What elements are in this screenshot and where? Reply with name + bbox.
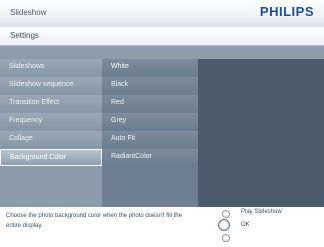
menu-item-label: Frequency: [9, 117, 43, 124]
menu-item-background-color[interactable]: Background Color: [0, 149, 102, 166]
empty-radio-icon[interactable]: [222, 234, 230, 242]
brand-logo: PHILIPS: [259, 4, 314, 19]
menu-item-label: Background Color: [10, 154, 67, 161]
title-bar: Slideshow PHILIPS: [0, 0, 324, 26]
option-label: Red: [111, 99, 124, 106]
ok-radio-icon[interactable]: [218, 219, 230, 231]
option-grey[interactable]: Grey: [102, 113, 198, 130]
submenu: White Black Red Grey Auto Fit RadiantCol…: [102, 59, 198, 207]
option-radiant-color[interactable]: RadiantColor: [102, 149, 198, 166]
menu-area: Slideshows Slideshow sequence Transition…: [0, 59, 324, 207]
help-text: Choose the photo background color when t…: [6, 213, 182, 229]
option-auto-fit[interactable]: Auto Fit: [102, 131, 198, 148]
option-label: Black: [111, 81, 129, 88]
option-red[interactable]: Red: [102, 95, 198, 112]
option-white[interactable]: White: [102, 59, 198, 76]
footer-bar: Choose the photo background color when t…: [0, 207, 324, 247]
option-label: Auto Fit: [111, 135, 136, 142]
play-slideshow-radio-icon[interactable]: [222, 210, 230, 218]
main-menu: Slideshows Slideshow sequence Transition…: [0, 59, 102, 207]
menu-item-label: Collage: [9, 135, 33, 142]
window-title: Slideshow: [10, 8, 47, 17]
breadcrumb-label: Settings: [10, 31, 39, 40]
breadcrumb: Settings: [0, 26, 324, 46]
option-label: RadiantColor: [111, 153, 152, 160]
menu-item-frequency[interactable]: Frequency: [0, 113, 102, 130]
menu-item-transition-effect[interactable]: Transition Effect: [0, 95, 102, 112]
option-label: White: [111, 63, 129, 70]
menu-item-collage[interactable]: Collage: [0, 131, 102, 148]
menu-item-label: Slideshow sequence: [9, 81, 74, 88]
play-slideshow-label[interactable]: Play Slideshow: [241, 209, 282, 215]
option-black[interactable]: Black: [102, 77, 198, 94]
ok-label[interactable]: OK: [241, 222, 250, 228]
preview-panel: [198, 59, 324, 207]
menu-item-slideshows[interactable]: Slideshows: [0, 59, 102, 76]
menu-item-slideshow-sequence[interactable]: Slideshow sequence: [0, 77, 102, 94]
menu-item-label: Transition Effect: [9, 99, 60, 106]
menu-item-label: Slideshows: [9, 63, 45, 70]
option-label: Grey: [111, 117, 127, 124]
frame-screen: Slideshow PHILIPS Settings Slideshows Sl…: [0, 0, 324, 247]
